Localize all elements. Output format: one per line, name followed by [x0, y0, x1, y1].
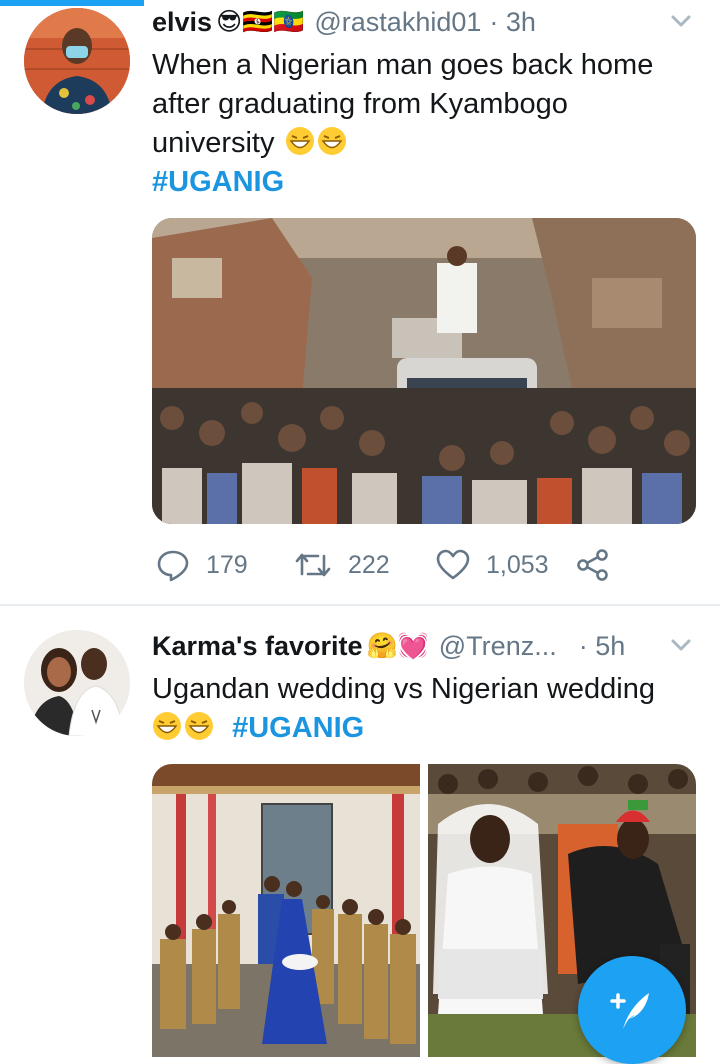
hashtag-link[interactable]: #UGANIG	[152, 163, 692, 202]
tweet-photo[interactable]	[152, 218, 696, 524]
like-icon	[436, 549, 470, 580]
compose-tweet-icon	[610, 993, 649, 1029]
user-handle[interactable]: @rastakhid01	[314, 7, 481, 38]
tweet-text-line: Ugandan wedding vs Nigerian wedding	[152, 673, 655, 705]
chevron-down-icon[interactable]	[666, 630, 696, 660]
user-handle[interactable]: @Trenz...	[439, 631, 557, 662]
retweet-count: 222	[348, 550, 390, 579]
reply-icon	[157, 550, 189, 582]
tweet-header: elvis 😎🇺🇬🇪🇹 @rastakhid01 · 3h	[152, 2, 700, 42]
tweet-text-line: When a Nigerian man goes back home	[152, 49, 654, 81]
like-count: 1,053	[486, 550, 549, 579]
reply-count: 179	[206, 550, 248, 579]
laughing-emoji-icon	[317, 127, 346, 155]
hashtag-link[interactable]: #UGANIG	[232, 712, 364, 744]
laughing-emoji-icon	[285, 127, 314, 155]
tweet-timestamp: · 3h	[489, 6, 536, 37]
avatar[interactable]	[24, 630, 130, 736]
retweet-icon	[295, 553, 331, 577]
tweet-timestamp: · 5h	[578, 630, 626, 661]
tweet-1[interactable]: elvis 😎🇺🇬🇪🇹 @rastakhid01 · 3h When a Nig…	[0, 0, 720, 604]
chevron-down-icon[interactable]	[666, 6, 696, 36]
retweet-button[interactable]: 222	[294, 545, 390, 585]
avatar[interactable]	[24, 8, 130, 114]
tweet-text-line: university	[152, 127, 275, 159]
display-name[interactable]: elvis	[152, 7, 212, 38]
tweet-text: Ugandan wedding vs Nigerian wedding #UGA…	[152, 670, 692, 748]
tweet-actions: 179 222 1,053	[152, 545, 692, 585]
share-icon	[577, 549, 608, 581]
like-button[interactable]: 1,053	[436, 545, 549, 585]
tweet-text-line: after graduating from Kyambogo	[152, 88, 568, 120]
tweet-header: Karma's favorite 🤗💓 @Trenz... · 5h	[152, 626, 700, 666]
tweet-photo-left[interactable]	[152, 764, 420, 1057]
compose-tweet-button[interactable]	[578, 956, 686, 1064]
share-button[interactable]	[576, 545, 626, 585]
tweet-text: When a Nigerian man goes back home after…	[152, 46, 692, 202]
name-emoji: 😎🇺🇬🇪🇹	[216, 8, 305, 36]
laughing-emoji-icon	[153, 712, 181, 740]
display-name[interactable]: Karma's favorite	[152, 631, 363, 662]
laughing-emoji-icon	[185, 712, 213, 740]
reply-button[interactable]: 179	[156, 545, 248, 585]
name-emoji: 🤗💓	[366, 631, 429, 660]
